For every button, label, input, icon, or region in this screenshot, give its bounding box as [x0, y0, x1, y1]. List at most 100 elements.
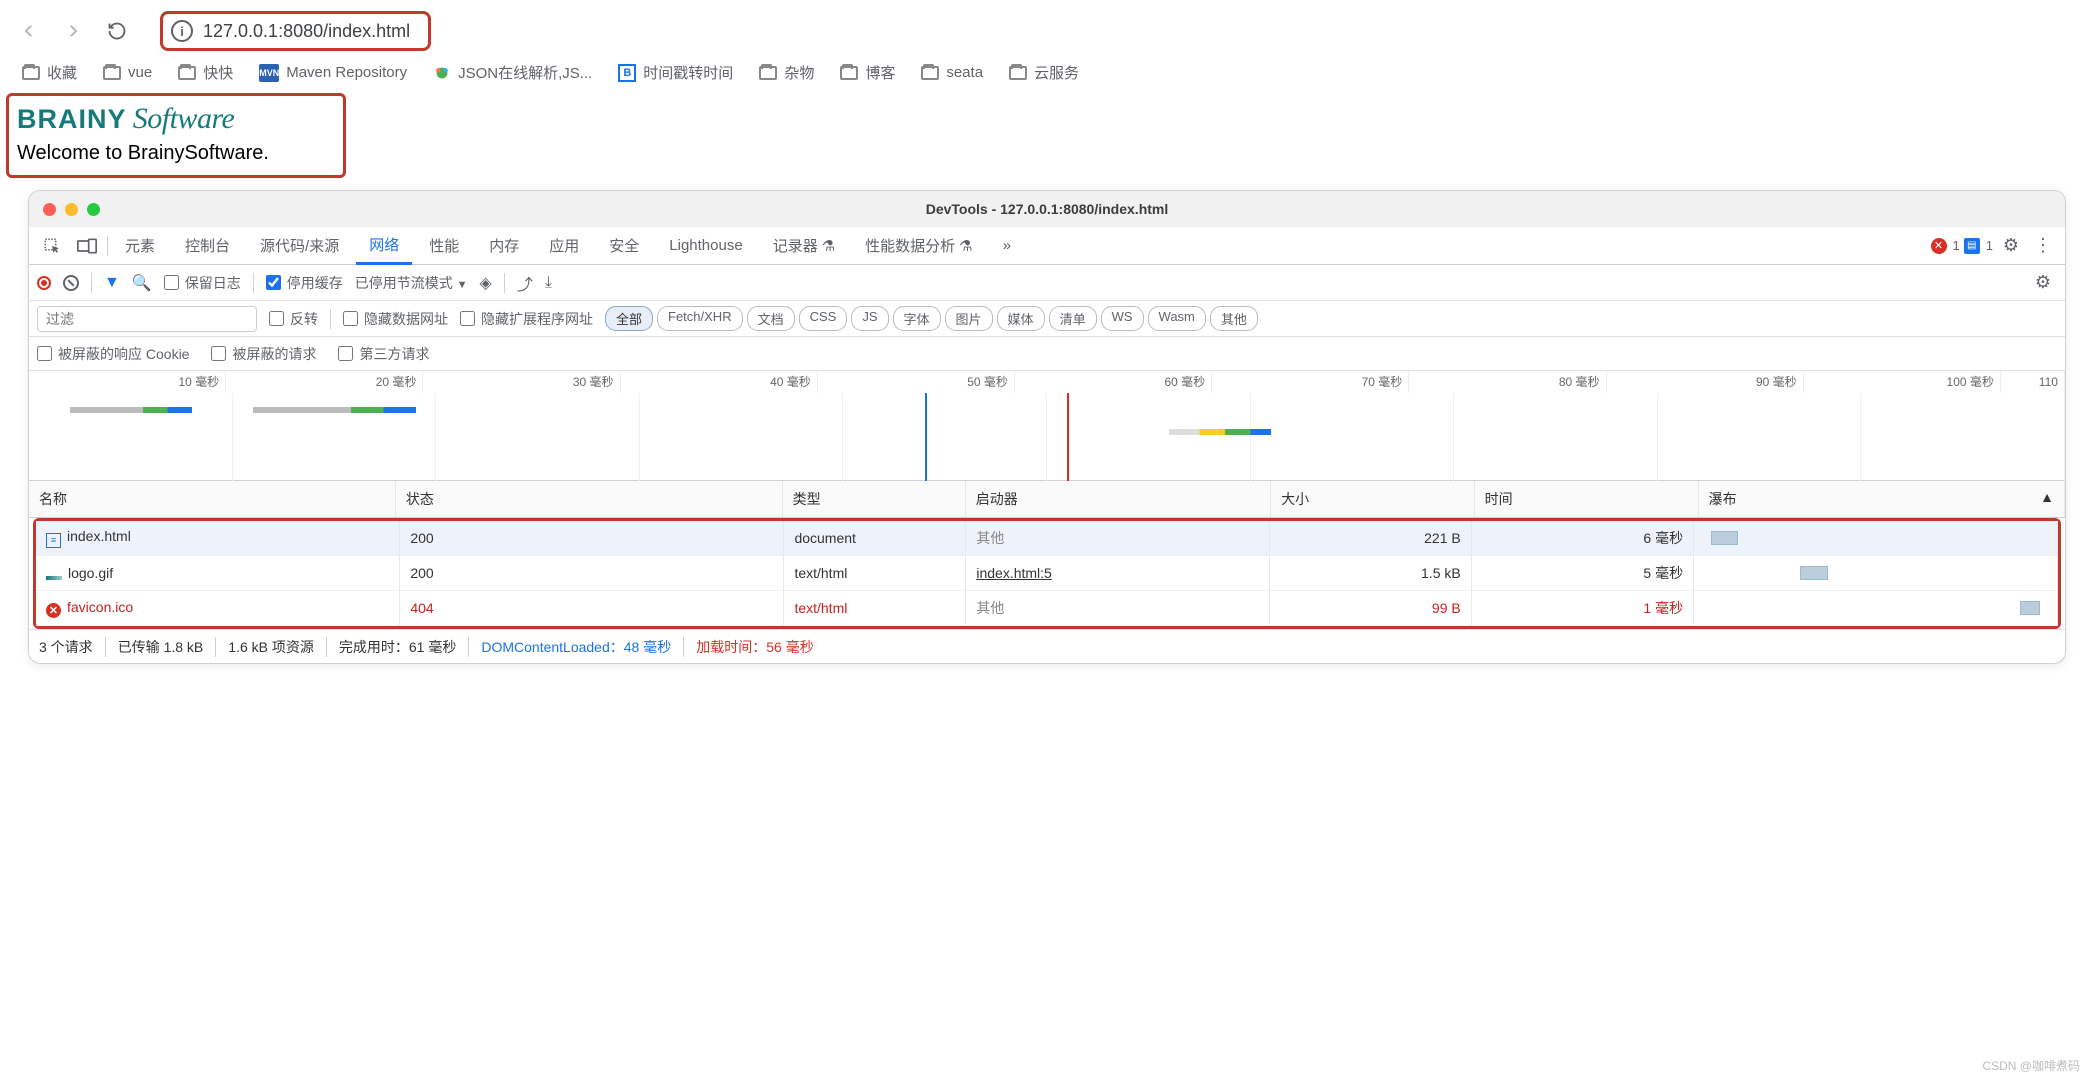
tab-console[interactable]: 控制台: [172, 227, 243, 264]
col-initiator[interactable]: 启动器: [965, 481, 1270, 518]
request-name: favicon.ico: [67, 599, 133, 615]
status-cell: 200: [400, 556, 784, 591]
table-row[interactable]: ≡index.html200document其他221 B6 毫秒: [36, 521, 2058, 556]
tab-performance[interactable]: 性能: [416, 227, 472, 264]
type-pill[interactable]: 图片: [945, 306, 993, 331]
hide-extension-urls-checkbox[interactable]: 隐藏扩展程序网址: [460, 309, 593, 329]
message-indicator[interactable]: ▤1: [1964, 238, 1993, 254]
tab-elements[interactable]: 元素: [112, 227, 168, 264]
watermark: CSDN @咖啡煮码: [1982, 1057, 2080, 1074]
request-count: 3 个请求: [39, 637, 93, 657]
col-waterfall[interactable]: 瀑布▲: [1698, 481, 2064, 518]
record-button[interactable]: [37, 276, 51, 290]
beaker-icon: ⚗: [959, 237, 972, 255]
filter-input[interactable]: [37, 306, 257, 332]
type-cell: text/html: [784, 591, 966, 626]
network-status-bar: 3 个请求 已传输 1.8 kB 1.6 kB 项资源 完成用时：61 毫秒 D…: [29, 629, 2065, 663]
third-party-checkbox[interactable]: 第三方请求: [338, 344, 429, 364]
device-toolbar-icon[interactable]: [71, 227, 103, 264]
address-bar[interactable]: i 127.0.0.1:8080/index.html: [160, 11, 431, 51]
type-pill[interactable]: Wasm: [1148, 306, 1206, 331]
folder-icon: [178, 66, 196, 80]
browser-toolbar: i 127.0.0.1:8080/index.html: [0, 0, 2094, 56]
type-pill-all[interactable]: 全部: [605, 306, 653, 331]
network-conditions-icon[interactable]: ◈: [480, 273, 492, 293]
filter-toggle-icon[interactable]: ▼: [104, 274, 120, 292]
finish-time: 完成用时：61 毫秒: [339, 637, 456, 657]
tab-recorder[interactable]: 记录器⚗: [760, 227, 848, 264]
type-pill[interactable]: JS: [851, 306, 888, 331]
col-name[interactable]: 名称: [29, 481, 395, 518]
highlighted-rows: ≡index.html200document其他221 B6 毫秒logo.gi…: [33, 518, 2061, 629]
error-icon: ✕: [1931, 238, 1947, 254]
initiator-cell[interactable]: 其他: [976, 600, 1004, 616]
reload-button[interactable]: [106, 20, 128, 42]
import-har-icon[interactable]: ⤓: [545, 274, 552, 292]
table-row[interactable]: ✕favicon.ico404text/html其他99 B1 毫秒: [36, 591, 2058, 626]
tab-security[interactable]: 安全: [596, 227, 652, 264]
tab-lighthouse[interactable]: Lighthouse: [656, 227, 755, 264]
type-pill[interactable]: 清单: [1049, 306, 1097, 331]
inspect-element-icon[interactable]: [37, 227, 67, 264]
type-pill[interactable]: 文档: [747, 306, 795, 331]
blocked-cookies-checkbox[interactable]: 被屏蔽的响应 Cookie: [37, 344, 189, 364]
tab-performance-insights[interactable]: 性能数据分析⚗: [852, 227, 985, 264]
disable-cache-checkbox[interactable]: 停用缓存: [266, 273, 343, 293]
transferred-size: 已传输 1.8 kB: [118, 637, 204, 657]
export-har-icon[interactable]: ⤴: [517, 271, 533, 295]
maven-icon: MVN: [259, 64, 279, 82]
bookmark-item[interactable]: 收藏: [22, 62, 77, 83]
invert-checkbox[interactable]: 反转: [269, 309, 318, 329]
kebab-menu-icon[interactable]: ⋮: [2029, 235, 2057, 256]
type-pill[interactable]: 媒体: [997, 306, 1045, 331]
initiator-cell[interactable]: index.html:5: [976, 565, 1051, 581]
time-cell: 6 毫秒: [1471, 521, 1693, 556]
initiator-cell[interactable]: 其他: [976, 530, 1004, 546]
col-time[interactable]: 时间: [1474, 481, 1698, 518]
site-info-icon[interactable]: i: [171, 20, 193, 42]
bookmark-item[interactable]: seata: [921, 64, 983, 81]
bookmark-item[interactable]: vue: [103, 64, 152, 81]
hide-data-urls-checkbox[interactable]: 隐藏数据网址: [343, 309, 448, 329]
timeline-bar: [1169, 429, 1271, 435]
dcl-marker: [925, 393, 927, 481]
type-pill[interactable]: WS: [1101, 306, 1144, 331]
network-settings-icon[interactable]: ⚙: [2029, 272, 2057, 293]
bookmark-item[interactable]: 杂物: [759, 62, 814, 83]
devtools-window: DevTools - 127.0.0.1:8080/index.html 元素 …: [28, 190, 2066, 664]
tab-memory[interactable]: 内存: [476, 227, 532, 264]
bookmark-item[interactable]: B时间戳转时间: [618, 62, 733, 83]
type-pill[interactable]: 其他: [1210, 306, 1258, 331]
search-icon[interactable]: 🔍: [132, 273, 152, 293]
bookmark-item[interactable]: 云服务: [1009, 62, 1079, 83]
preserve-log-checkbox[interactable]: 保留日志: [164, 273, 241, 293]
tab-application[interactable]: 应用: [536, 227, 592, 264]
back-button[interactable]: [18, 20, 40, 42]
clear-button[interactable]: [63, 275, 79, 291]
timestamp-icon: B: [618, 64, 636, 82]
network-toolbar: ▼ 🔍 保留日志 停用缓存 已停用节流模式 ▼ ◈ ⤴ ⤓ ⚙: [29, 265, 2065, 301]
bookmark-item[interactable]: MVNMaven Repository: [259, 64, 407, 82]
network-timeline[interactable]: 10 毫秒 20 毫秒 30 毫秒 40 毫秒 50 毫秒 60 毫秒 70 毫…: [29, 371, 2065, 481]
col-size[interactable]: 大小: [1271, 481, 1475, 518]
table-row[interactable]: logo.gif200text/htmlindex.html:51.5 kB5 …: [36, 556, 2058, 591]
type-pill[interactable]: Fetch/XHR: [657, 306, 743, 331]
throttling-select[interactable]: 已停用节流模式 ▼: [355, 273, 468, 293]
blocked-requests-checkbox[interactable]: 被屏蔽的请求: [211, 344, 316, 364]
col-type[interactable]: 类型: [782, 481, 965, 518]
forward-button[interactable]: [62, 20, 84, 42]
settings-icon[interactable]: ⚙: [1997, 235, 2025, 256]
tab-network[interactable]: 网络: [356, 228, 412, 265]
bookmark-item[interactable]: 博客: [840, 62, 895, 83]
timeline-labels: 10 毫秒 20 毫秒 30 毫秒 40 毫秒 50 毫秒 60 毫秒 70 毫…: [29, 371, 2065, 393]
error-indicator[interactable]: ✕1: [1931, 238, 1960, 254]
type-pill[interactable]: 字体: [893, 306, 941, 331]
bookmark-item[interactable]: 快快: [178, 62, 233, 83]
bookmark-item[interactable]: JSON在线解析,JS...: [433, 62, 592, 83]
network-table: 名称 状态 类型 启动器 大小 时间 瀑布▲: [29, 481, 2065, 518]
more-tabs-button[interactable]: »: [990, 227, 1024, 264]
type-pill[interactable]: CSS: [799, 306, 848, 331]
tab-sources[interactable]: 源代码/来源: [247, 227, 352, 264]
col-status[interactable]: 状态: [395, 481, 782, 518]
folder-icon: [103, 66, 121, 80]
